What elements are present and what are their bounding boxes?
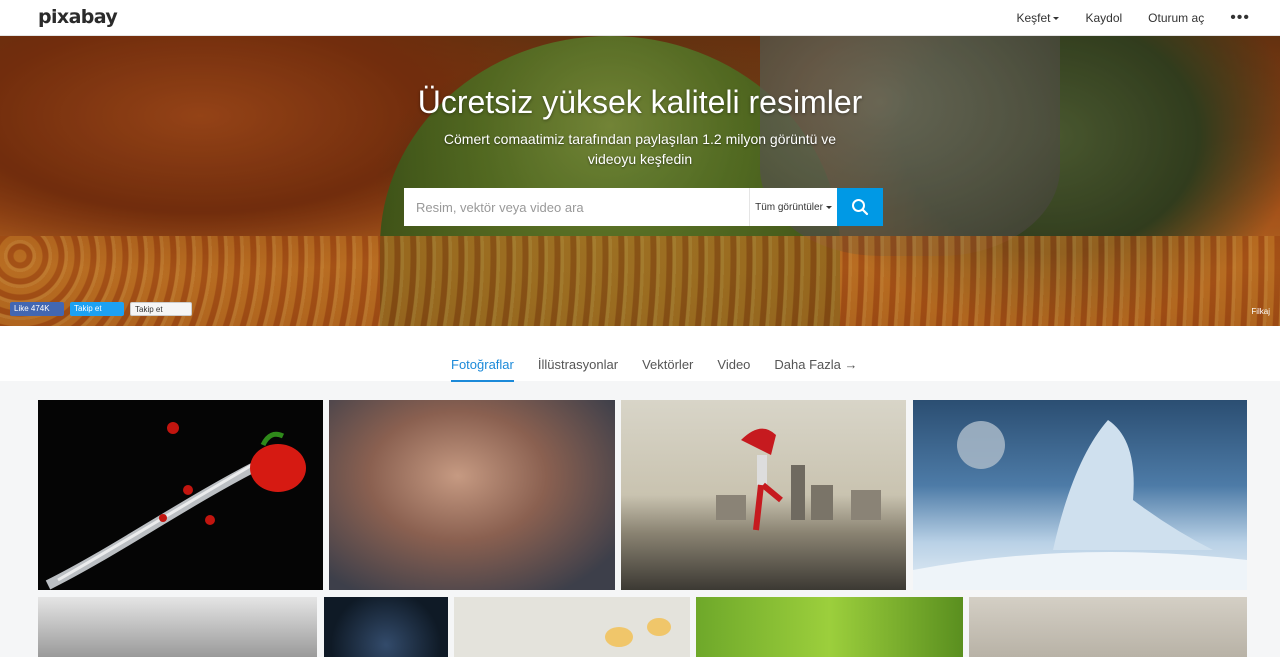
gallery-image-dark-drops[interactable]: [324, 597, 448, 657]
pepper-splash-art: [45, 422, 306, 590]
explore-menu[interactable]: Keşfet: [1003, 11, 1072, 25]
image-gallery: [0, 381, 1280, 657]
gallery-image-texture[interactable]: [969, 597, 1247, 657]
gallery-image-banana[interactable]: [454, 597, 690, 657]
gallery-image-ice-statue[interactable]: [913, 400, 1247, 590]
tab-more[interactable]: Daha Fazla →: [774, 357, 857, 382]
hero-title: Ücretsiz yüksek kaliteli resimler: [417, 84, 863, 120]
explore-label: Keşfet: [1016, 11, 1051, 25]
search-button[interactable]: [837, 188, 883, 226]
gallery-image-dancer-city[interactable]: [621, 400, 906, 590]
twitter-follow-button[interactable]: Takip et: [70, 302, 124, 316]
search-input[interactable]: [404, 188, 749, 226]
search-icon: [852, 199, 869, 216]
hero-subtitle: Cömert comaatimiz tarafından paylaşılan …: [443, 131, 837, 167]
pixabay-logo[interactable]: pixabay: [38, 6, 118, 28]
chevron-down-icon: [825, 205, 832, 209]
chevron-down-icon: [1053, 17, 1060, 21]
tab-illustrations[interactable]: İllüstrasyonlar: [538, 357, 618, 382]
media-type-tabs: Fotoğraflar İllüstrasyonlar Vektörler Vi…: [451, 357, 858, 382]
tab-video[interactable]: Video: [717, 357, 750, 382]
media-type-tabs-bar: Fotoğraflar İllüstrasyonlar Vektörler Vi…: [0, 326, 1280, 382]
image-credit[interactable]: Filkaj: [1251, 307, 1270, 316]
search-type-dropdown[interactable]: Tüm görüntüler: [749, 188, 837, 226]
gallery-image-old-man[interactable]: [38, 597, 317, 657]
tab-vectors[interactable]: Vektörler: [642, 357, 693, 382]
signup-link[interactable]: Kaydol: [1072, 11, 1135, 25]
search-bar: Tüm görüntüler: [404, 188, 883, 226]
google-follow-button[interactable]: Takip et: [130, 302, 192, 316]
gallery-image-grass[interactable]: [696, 597, 963, 657]
hero-content: Ücretsiz yüksek kaliteli resimler Cömert…: [0, 36, 1280, 326]
search-type-label: Tüm görüntüler: [755, 201, 823, 213]
social-buttons: Like 474K Takip et Takip et: [10, 302, 192, 316]
gallery-image-woman-portrait[interactable]: [329, 400, 615, 590]
top-navbar: pixabay Keşfet Kaydol Oturum aç •••: [0, 0, 1280, 36]
tab-photos[interactable]: Fotoğraflar: [451, 357, 514, 382]
banana-art: [605, 618, 671, 647]
main-nav: Keşfet Kaydol Oturum aç •••: [1003, 0, 1250, 36]
ice-statue-art: [913, 420, 1247, 590]
more-options-icon[interactable]: •••: [1217, 10, 1250, 26]
gallery-image-pepper-splash[interactable]: [38, 400, 323, 590]
facebook-like-button[interactable]: Like 474K: [10, 302, 64, 316]
login-link[interactable]: Oturum aç: [1135, 11, 1217, 25]
dancer-city-art: [716, 428, 881, 531]
